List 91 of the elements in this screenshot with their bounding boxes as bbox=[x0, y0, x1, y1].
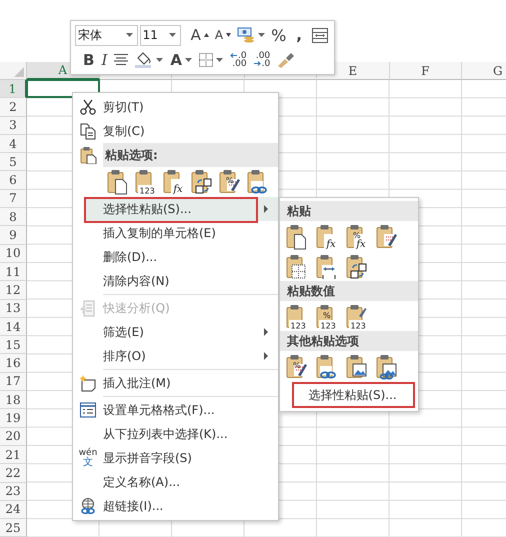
shrink-font-button[interactable]: A bbox=[212, 24, 234, 46]
row-header[interactable]: 12 bbox=[0, 281, 27, 300]
section-header: 粘贴 bbox=[280, 201, 418, 221]
font-name-field[interactable]: 宋体 bbox=[75, 24, 138, 46]
percent-style-button[interactable]: % bbox=[269, 24, 288, 46]
column-header[interactable]: F bbox=[390, 62, 462, 80]
menu-item[interactable]: 筛选(E) bbox=[73, 320, 278, 344]
row-header[interactable]: 22 bbox=[0, 464, 27, 483]
increase-decimal-button[interactable]: .00 .0 bbox=[252, 49, 272, 70]
row-header[interactable]: 7 bbox=[0, 190, 27, 208]
row-header[interactable]: 16 bbox=[0, 354, 27, 373]
submenu-arrow-icon bbox=[264, 352, 268, 360]
menu-item[interactable]: 清除内容(N) bbox=[73, 269, 278, 293]
row-header[interactable]: 14 bbox=[0, 318, 27, 336]
row-header[interactable]: 1 bbox=[0, 80, 27, 98]
row-header[interactable]: 3 bbox=[0, 116, 27, 135]
row-header[interactable]: 8 bbox=[0, 208, 27, 226]
clipboard-chain-icon[interactable] bbox=[247, 169, 269, 195]
money-icon bbox=[237, 27, 256, 44]
menu-item[interactable]: 复制(C) bbox=[73, 119, 278, 143]
center-align-icon bbox=[114, 54, 128, 66]
borders-icon bbox=[198, 52, 213, 67]
decrease-decimal-button[interactable]: .0 .00 bbox=[228, 49, 249, 70]
up-triangle-icon bbox=[204, 33, 209, 38]
caret-icon bbox=[126, 33, 133, 38]
row-header[interactable]: 4 bbox=[0, 134, 27, 154]
comment-icon bbox=[79, 374, 97, 392]
menu-item[interactable]: 剪切(T) bbox=[73, 95, 278, 119]
row-header[interactable]: 11 bbox=[0, 262, 27, 282]
row-header[interactable]: 5 bbox=[0, 153, 27, 172]
clipboard-dotted-grid-icon[interactable] bbox=[286, 254, 308, 280]
pinyin-icon: wén 文 bbox=[78, 449, 98, 467]
clipboard-picture-icon[interactable] bbox=[346, 354, 368, 380]
menu-item[interactable]: 从下拉列表中选择(K)... bbox=[73, 422, 278, 446]
row-header[interactable]: 20 bbox=[0, 428, 27, 446]
menu-item[interactable]: 删除(D)... bbox=[73, 245, 278, 269]
menu-item[interactable]: 选择性粘贴(S)... bbox=[293, 383, 412, 407]
row-header[interactable]: 19 bbox=[0, 409, 27, 428]
menu-item[interactable]: 设置单元格格式(F)... bbox=[73, 398, 278, 422]
menu-item[interactable]: 定义名称(A)... bbox=[73, 470, 278, 494]
submenu-arrow-icon bbox=[264, 205, 268, 213]
caret-icon bbox=[168, 33, 176, 38]
clipboard-chain-icon[interactable] bbox=[316, 354, 338, 380]
paintbrush-icon bbox=[277, 52, 296, 68]
row-header[interactable]: 21 bbox=[0, 446, 27, 464]
menu-item[interactable]: 插入复制的单元格(E) bbox=[73, 221, 278, 245]
grow-font-button[interactable]: A bbox=[188, 24, 211, 46]
table-icon bbox=[312, 28, 328, 43]
row-header[interactable]: 2 bbox=[0, 98, 27, 117]
font-size-field[interactable]: 11 bbox=[140, 24, 181, 46]
row-header[interactable]: 23 bbox=[0, 482, 27, 501]
quick-analysis-icon bbox=[79, 299, 97, 317]
row-header[interactable]: 24 bbox=[0, 500, 27, 520]
comma-style-button[interactable]: , bbox=[290, 24, 308, 46]
row-header[interactable]: 18 bbox=[0, 391, 27, 410]
clipboard-page-icon[interactable] bbox=[286, 224, 308, 250]
row-header[interactable]: 9 bbox=[0, 226, 27, 245]
globe-chain-icon bbox=[79, 497, 97, 515]
row-header[interactable]: 25 bbox=[0, 519, 27, 537]
caret-icon bbox=[258, 33, 266, 38]
clipboard-linked-picture-icon[interactable] bbox=[376, 354, 398, 380]
format-cells-icon bbox=[79, 401, 97, 419]
menu-item[interactable]: 选择性粘贴(S)... bbox=[85, 197, 278, 221]
row-header[interactable]: 13 bbox=[0, 300, 27, 318]
section-header: 其他粘贴选项 bbox=[280, 331, 418, 351]
menu-item[interactable]: 排序(O) bbox=[73, 344, 278, 368]
scissors-icon bbox=[79, 98, 97, 116]
row-header[interactable]: 6 bbox=[0, 171, 27, 190]
down-triangle-icon bbox=[226, 33, 232, 38]
clipboard-page-icon[interactable] bbox=[107, 169, 129, 195]
right-arrow-icon bbox=[254, 61, 261, 66]
clipboard-width-arrows-icon[interactable] bbox=[316, 254, 338, 280]
submenu-arrow-icon bbox=[264, 328, 268, 336]
font-color-button[interactable]: A bbox=[168, 49, 194, 70]
triangle-icon bbox=[14, 67, 24, 77]
clipboard-icon bbox=[79, 146, 97, 164]
copy-icon bbox=[79, 122, 97, 140]
section-header: 粘贴数值 bbox=[280, 281, 418, 301]
left-arrow-icon bbox=[230, 53, 237, 58]
clipboard-swap-icon[interactable] bbox=[191, 169, 213, 195]
row-header[interactable]: 17 bbox=[0, 372, 27, 392]
clipboard-swap-icon[interactable] bbox=[346, 254, 368, 280]
clipboard-brush-icon[interactable] bbox=[376, 224, 398, 250]
row-header[interactable]: 15 bbox=[0, 336, 27, 354]
paint-bucket-icon bbox=[135, 51, 154, 68]
italic-button[interactable]: I bbox=[99, 49, 110, 70]
row-header[interactable]: 10 bbox=[0, 244, 27, 263]
menu-item[interactable]: 插入批注(M) bbox=[73, 371, 278, 395]
section-header: 粘贴选项: bbox=[103, 143, 278, 167]
column-header[interactable]: G bbox=[462, 62, 506, 80]
menu-item[interactable]: 超链接(I)... bbox=[73, 494, 278, 518]
